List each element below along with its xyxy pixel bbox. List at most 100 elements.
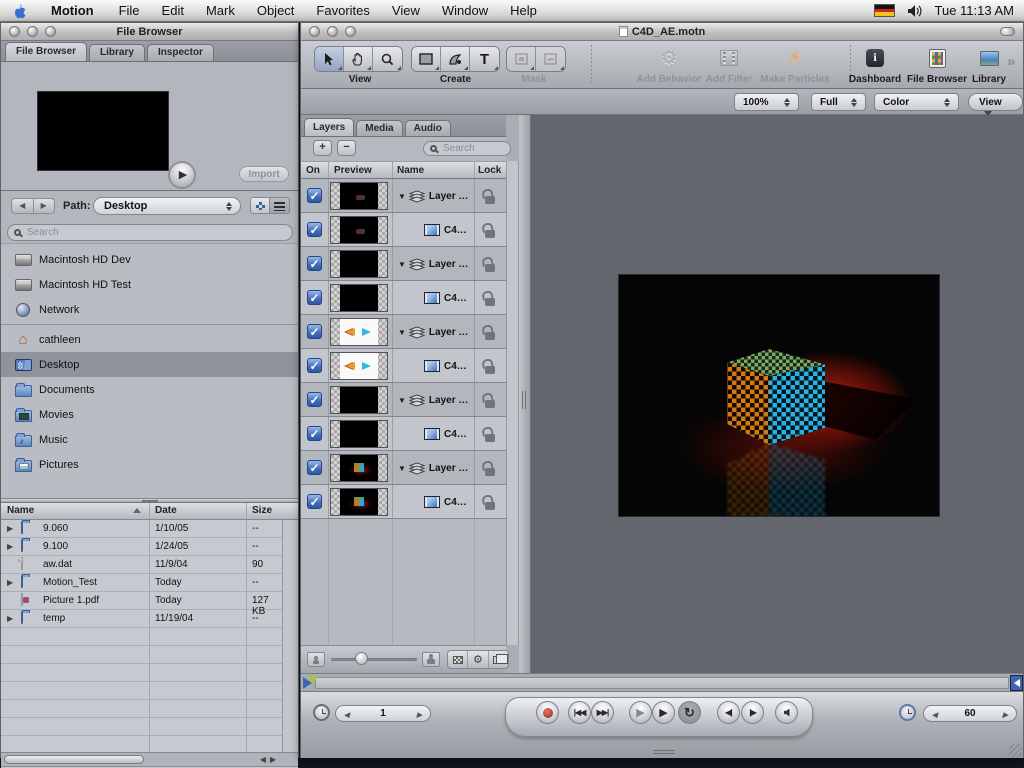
layer-lock-toggle[interactable] — [474, 247, 506, 281]
layer-enable-checkbox[interactable]: ✓ — [307, 358, 322, 373]
layer-name-cell[interactable]: ▼Layer … — [392, 315, 468, 349]
layer-row-6[interactable]: ✓C4… — [301, 349, 506, 383]
zoom-tool-button[interactable] — [373, 47, 402, 71]
layer-thumbnail[interactable] — [330, 318, 388, 346]
zoom-level-popup[interactable]: 100% — [734, 93, 799, 111]
render-quality-popup[interactable]: Full — [811, 93, 866, 111]
row-size-slider-track[interactable] — [331, 658, 417, 661]
layer-lock-toggle[interactable] — [474, 349, 506, 383]
scroll-arrows[interactable]: ◀▶ — [260, 755, 280, 764]
layer-lock-toggle[interactable] — [474, 213, 506, 247]
current-frame-field[interactable]: ◀ 1 ▶ — [335, 705, 431, 722]
menu-item-mark[interactable]: Mark — [195, 0, 246, 21]
disclosure-triangle-icon[interactable]: ▶ — [7, 524, 13, 533]
tab-library[interactable]: Library — [89, 44, 145, 61]
rectangle-tool-button[interactable] — [412, 47, 441, 71]
minimize-button[interactable] — [327, 26, 338, 37]
go-to-start-button[interactable]: |◀◀ — [568, 701, 591, 724]
transparency-toggle-button[interactable] — [448, 651, 468, 668]
menu-item-motion[interactable]: Motion — [40, 0, 108, 21]
timeline-end-button[interactable] — [1010, 675, 1023, 691]
layer-name-cell[interactable]: ▼Layer … — [392, 383, 468, 417]
tab-inspector[interactable]: Inspector — [147, 44, 214, 61]
panel-canvas-divider[interactable] — [519, 115, 531, 673]
layer-row-7[interactable]: ✓▼Layer … — [301, 383, 506, 417]
select-tool-button[interactable] — [315, 47, 344, 71]
remove-layer-button[interactable]: − — [337, 140, 356, 156]
menu-item-window[interactable]: Window — [431, 0, 499, 21]
make-particles-button[interactable]: ✳ — [782, 45, 808, 71]
layer-thumbnail[interactable] — [330, 182, 388, 210]
bezier-tool-button[interactable] — [441, 47, 470, 71]
layer-name-cell[interactable]: ▼Layer … — [392, 247, 468, 281]
add-filter-button[interactable] — [716, 45, 742, 71]
layer-row-10[interactable]: ✓ C4… — [301, 485, 506, 519]
layer-name-cell[interactable]: ▼Layer … — [392, 179, 468, 213]
layer-enable-checkbox[interactable]: ✓ — [307, 290, 322, 305]
layer-row-1[interactable]: ✓ ▼Layer … — [301, 179, 506, 213]
menu-clock[interactable]: Tue 11:13 AM — [935, 3, 1015, 18]
collapse-widget[interactable] — [1000, 27, 1015, 36]
disclosure-triangle-icon[interactable]: ▶ — [7, 578, 13, 587]
layer-lock-toggle[interactable] — [474, 281, 506, 315]
table-row-picture-1-pdf[interactable]: Picture 1.pdfToday127 KB — [1, 592, 284, 610]
apple-menu[interactable] — [0, 3, 40, 19]
zoom-button[interactable] — [45, 26, 56, 37]
file-browser-button[interactable] — [924, 45, 950, 71]
layers-scrollbar[interactable] — [506, 161, 519, 645]
layer-name-cell[interactable]: C4… — [392, 417, 467, 451]
table-row-9-060[interactable]: ▶9.0601/10/05-- — [1, 520, 284, 538]
motion-titlebar[interactable]: C4D_AE.motn — [301, 23, 1023, 41]
layer-thumbnail[interactable] — [330, 250, 388, 278]
zoom-button[interactable] — [345, 26, 356, 37]
layer-thumbnail[interactable] — [330, 216, 388, 244]
layer-enable-checkbox[interactable]: ✓ — [307, 324, 322, 339]
layer-enable-checkbox[interactable]: ✓ — [307, 460, 322, 475]
play-button[interactable]: ▶ — [652, 701, 675, 724]
loop-button[interactable]: ↻ — [678, 701, 701, 724]
project-canvas[interactable] — [619, 275, 939, 516]
rect-mask-tool-button[interactable] — [507, 47, 536, 71]
volume-menu[interactable] — [907, 4, 923, 18]
menu-item-view[interactable]: View — [381, 0, 431, 21]
sidebar-item-movies[interactable]: Movies — [1, 402, 298, 427]
table-row-motion-test[interactable]: ▶Motion_TestToday-- — [1, 574, 284, 592]
mini-timeline[interactable] — [301, 673, 1023, 691]
preview-play-button[interactable]: ▶ — [168, 161, 196, 189]
dashboard-button[interactable]: i — [862, 45, 888, 71]
layer-name-cell[interactable]: C4… — [392, 281, 467, 315]
library-button[interactable] — [976, 45, 1002, 71]
file-table-header[interactable]: Name Date Size — [1, 503, 298, 520]
disclosure-triangle-icon[interactable]: ▶ — [7, 542, 13, 551]
layer-row-9[interactable]: ✓▼Layer … — [301, 451, 506, 485]
sidebar-item-cathleen[interactable]: ⌂cathleen — [1, 327, 298, 352]
sidebar-item-music[interactable]: ♪Music — [1, 427, 298, 452]
sidebar-item-pictures[interactable]: Pictures — [1, 452, 298, 477]
go-to-end-button[interactable]: ▶▶| — [591, 701, 614, 724]
channels-popup[interactable]: Color — [874, 93, 959, 111]
menu-item-object[interactable]: Object — [246, 0, 306, 21]
file-browser-titlebar[interactable]: File Browser — [1, 23, 298, 41]
increment-arrow[interactable]: ▶ — [417, 711, 422, 719]
tab-file-browser[interactable]: File Browser — [5, 42, 87, 61]
play-from-start-button[interactable]: ▶ — [629, 701, 652, 724]
table-row-temp[interactable]: ▶temp11/19/04-- — [1, 610, 284, 628]
disclosure-triangle-icon[interactable]: ▼ — [398, 464, 406, 473]
menu-item-file[interactable]: File — [108, 0, 151, 21]
back-button[interactable]: ◀ — [11, 198, 34, 214]
disclosure-triangle-icon[interactable]: ▼ — [398, 260, 406, 269]
toolbar-overflow-chevron[interactable]: » — [1007, 53, 1015, 70]
increment-arrow[interactable]: ▶ — [1003, 711, 1008, 719]
menu-item-help[interactable]: Help — [499, 0, 548, 21]
disclosure-triangle-icon[interactable]: ▶ — [7, 614, 13, 623]
layer-enable-checkbox[interactable]: ✓ — [307, 222, 322, 237]
layer-enable-checkbox[interactable]: ✓ — [307, 494, 322, 509]
step-back-button[interactable]: ◀| — [717, 701, 740, 724]
in-point-marker-icon[interactable] — [308, 676, 318, 684]
text-tool-button[interactable]: T — [470, 47, 499, 71]
layer-enable-checkbox[interactable]: ✓ — [307, 188, 322, 203]
layer-thumbnail[interactable] — [330, 454, 388, 482]
disclosure-triangle-icon[interactable]: ▼ — [398, 396, 406, 405]
layer-name-cell[interactable]: C4… — [392, 213, 467, 247]
layer-name-cell[interactable]: C4… — [392, 485, 467, 519]
